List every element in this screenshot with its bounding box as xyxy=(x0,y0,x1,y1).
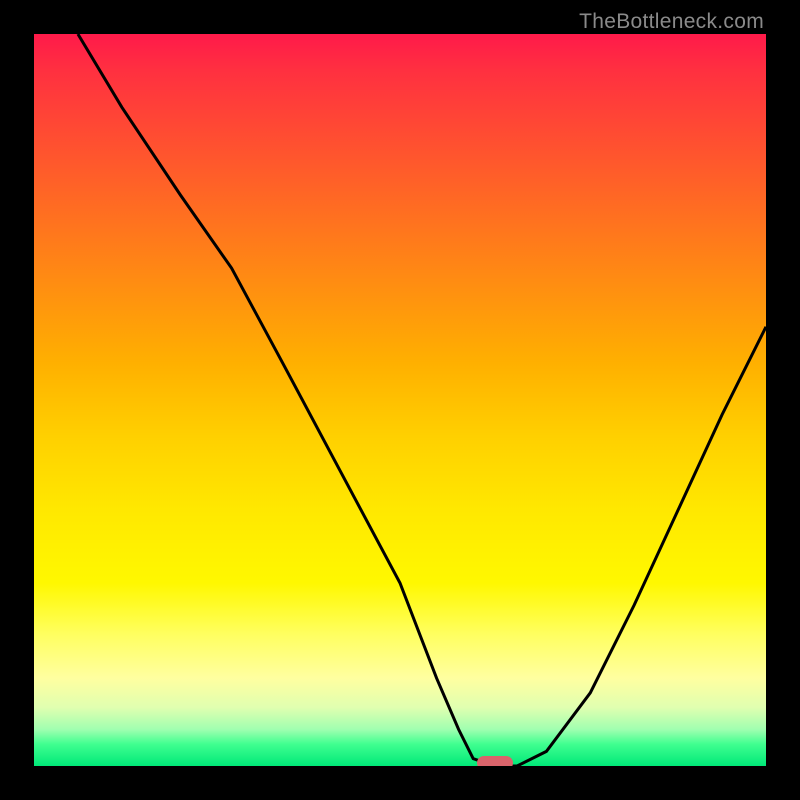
line-curve xyxy=(34,34,766,766)
watermark-label: TheBottleneck.com xyxy=(579,10,764,34)
chart-container: TheBottleneck.com xyxy=(0,0,800,800)
plot-area xyxy=(34,34,766,766)
optimum-marker xyxy=(477,756,513,766)
